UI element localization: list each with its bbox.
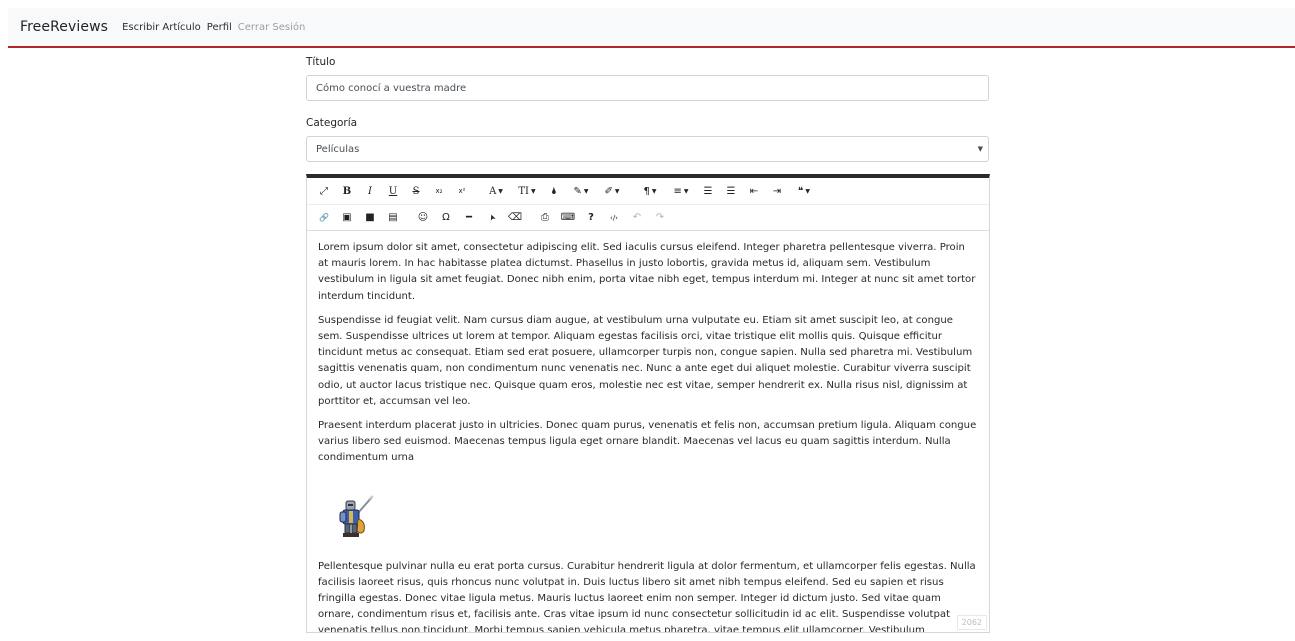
image-icon: ▣	[342, 212, 352, 223]
insert-table-button[interactable]: ▤	[382, 207, 404, 229]
print-icon: ⎙	[541, 212, 549, 223]
bold-button[interactable]: B	[336, 180, 358, 202]
paragraph-format-icon: ¶	[643, 185, 650, 197]
font-size-icon: TI	[518, 185, 529, 197]
outdent-icon: ⇤	[749, 185, 759, 197]
chevron-down-icon: ▼	[805, 187, 810, 195]
ordered-list-icon: ☰	[703, 185, 713, 197]
chevron-down-icon: ▼	[614, 187, 620, 195]
knight-sprite-image	[339, 494, 374, 537]
text-color-icon: 🌢	[551, 185, 557, 197]
editor-content-area[interactable]: Lorem ipsum dolor sit amet, consectetur …	[307, 231, 989, 633]
category-select-value: Películas	[316, 143, 360, 155]
text-color-button[interactable]: 🌢	[543, 180, 565, 202]
insert-link-button[interactable]: 🔗	[313, 207, 335, 229]
character-counter: 2062	[956, 615, 987, 630]
inline-style-icon: ✐	[604, 185, 613, 197]
editor-paragraph: Lorem ipsum dolor sit amet, consectetur …	[318, 242, 976, 302]
indent-button[interactable]: ⇥	[766, 180, 788, 202]
insert-image-button[interactable]: ▣	[336, 207, 358, 229]
superscript-icon: x²	[458, 187, 466, 195]
align-icon: ≡	[673, 185, 682, 197]
strikethrough-button[interactable]: S	[405, 180, 427, 202]
unordered-list-icon: ☰	[726, 185, 736, 197]
insert-video-button[interactable]: ■	[359, 207, 381, 229]
subscript-button[interactable]: x₂	[428, 180, 450, 202]
indent-icon: ⇥	[772, 185, 782, 197]
inline-style-button[interactable]: ✐ ▼	[597, 180, 627, 202]
undo-button[interactable]: ↶	[626, 207, 648, 229]
nav-logout[interactable]: Cerrar Sesión	[238, 22, 306, 33]
underline-button[interactable]: U	[382, 180, 404, 202]
help-button[interactable]: ?	[580, 207, 602, 229]
chevron-down-icon: ▼	[498, 187, 503, 195]
video-icon: ■	[365, 212, 375, 223]
link-icon: 🔗	[319, 213, 329, 222]
redo-icon: ↷	[655, 212, 665, 223]
font-family-button[interactable]: A ▼	[481, 180, 511, 202]
background-color-button[interactable]: ✎ ▼	[566, 180, 596, 202]
category-select[interactable]: Películas ▼	[306, 136, 989, 162]
table-icon: ▤	[388, 212, 398, 223]
paragraph-format-button[interactable]: ¶ ▼	[635, 180, 665, 202]
print-button[interactable]: ⎙	[534, 207, 556, 229]
chevron-down-icon: ▼	[583, 187, 589, 195]
toolbar-row-2: 🔗 ▣ ■ ▤ ☺ Ω ━ ➤ ⌫ ⎙ ⌨ ? ‹/› ↶ ↷	[307, 204, 989, 230]
superscript-button[interactable]: x²	[451, 180, 473, 202]
select-all-icon: ➤	[486, 212, 498, 223]
horizontal-line-button[interactable]: ━	[458, 207, 480, 229]
chevron-down-icon: ▼	[651, 187, 657, 195]
top-navbar: FreeReviews Escribir Artículo Perfil Cer…	[8, 8, 1295, 48]
clear-formatting-icon: ⌫	[507, 212, 523, 223]
fullscreen-icon: ⤢	[320, 185, 328, 197]
editor-paragraph: Suspendisse id feugiat velit. Nam cursus…	[318, 314, 973, 407]
title-label: Título	[306, 56, 336, 68]
subscript-icon: x₂	[435, 187, 443, 195]
font-family-icon: A	[489, 185, 497, 197]
chevron-down-icon: ▼	[683, 187, 689, 195]
strikethrough-icon: S	[412, 185, 420, 197]
nav-write-article[interactable]: Escribir Artículo	[122, 22, 201, 33]
background-color-icon: ✎	[573, 185, 582, 197]
keyboard-shortcuts-button[interactable]: ⌨	[557, 207, 579, 229]
special-characters-button[interactable]: Ω	[435, 207, 457, 229]
redo-button[interactable]: ↷	[649, 207, 671, 229]
toolbar-row-1: ⤢ B I U S x₂ x² A ▼ TI ▼ 🌢 ✎ ▼ ✐ ▼ ¶ ▼ ≡ ▼ ☰ ☰…	[307, 178, 989, 204]
undo-icon: ↶	[632, 212, 642, 223]
chevron-down-icon: ▼	[977, 145, 983, 153]
rich-text-editor: ⤢ B I U S x₂ x² A ▼ TI ▼ 🌢 ✎ ▼ ✐ ▼ ¶ ▼ ≡ ▼ ☰ ☰…	[306, 174, 990, 633]
italic-button[interactable]: I	[359, 180, 381, 202]
title-input[interactable]: Cómo conocí a vuestra madre	[306, 75, 989, 101]
brand-link[interactable]: FreeReviews	[20, 19, 108, 35]
emoticons-button[interactable]: ☺	[412, 207, 434, 229]
code-view-button[interactable]: ‹/›	[603, 207, 625, 229]
special-characters-icon: Ω	[442, 212, 450, 223]
code-view-icon: ‹/›	[610, 213, 618, 222]
italic-icon: I	[368, 185, 372, 197]
help-icon: ?	[588, 212, 594, 223]
quote-button[interactable]: ❝ ▼	[789, 180, 819, 202]
fullscreen-button[interactable]: ⤢	[313, 180, 335, 202]
horizontal-line-icon: ━	[465, 212, 473, 223]
ordered-list-button[interactable]: ☰	[697, 180, 719, 202]
chevron-down-icon: ▼	[531, 187, 536, 195]
bold-icon: B	[342, 185, 352, 197]
font-size-button[interactable]: TI ▼	[512, 180, 542, 202]
align-button[interactable]: ≡ ▼	[666, 180, 696, 202]
underline-icon: U	[388, 185, 398, 197]
keyboard-icon: ⌨	[560, 212, 576, 223]
outdent-button[interactable]: ⇤	[743, 180, 765, 202]
emoticon-icon: ☺	[417, 212, 429, 223]
select-all-button[interactable]: ➤	[481, 207, 503, 229]
quote-icon: ❝	[797, 185, 804, 197]
clear-formatting-button[interactable]: ⌫	[504, 207, 526, 229]
unordered-list-button[interactable]: ☰	[720, 180, 742, 202]
editor-toolbar: ⤢ B I U S x₂ x² A ▼ TI ▼ 🌢 ✎ ▼ ✐ ▼ ¶ ▼ ≡ ▼ ☰ ☰…	[307, 178, 989, 231]
category-label: Categoría	[306, 117, 358, 129]
title-input-value: Cómo conocí a vuestra madre	[316, 82, 467, 94]
nav-profile[interactable]: Perfil	[207, 22, 232, 33]
embedded-knight-image[interactable]	[318, 475, 978, 559]
editor-paragraph: Praesent interdum placerat justo in ultr…	[318, 420, 977, 464]
editor-paragraph: Pellentesque pulvinar nulla eu erat port…	[318, 560, 976, 633]
